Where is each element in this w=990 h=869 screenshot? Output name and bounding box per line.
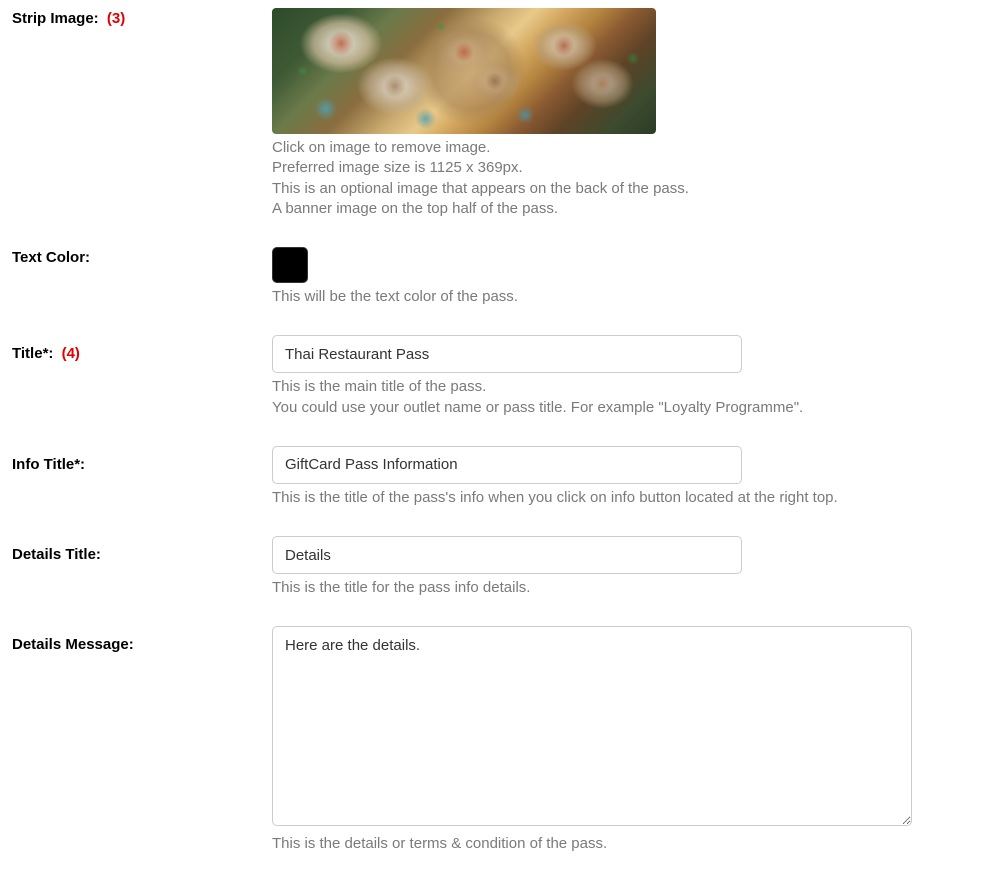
details-title-input[interactable] bbox=[272, 536, 742, 574]
title-label-col: Title*: (4) bbox=[12, 335, 272, 362]
details-title-label: Details Title: bbox=[12, 546, 101, 563]
strip-image-row: Strip Image: (3) Click on image to remov… bbox=[12, 8, 978, 219]
text-color-label: Text Color: bbox=[12, 249, 90, 266]
strip-image-help-line4: A banner image on the top half of the pa… bbox=[272, 199, 912, 219]
strip-image-field-col: Click on image to remove image. Preferre… bbox=[272, 8, 912, 219]
strip-image-preview[interactable] bbox=[272, 8, 656, 134]
details-message-label-col: Details Message: bbox=[12, 626, 272, 653]
info-title-label: Info Title*: bbox=[12, 456, 85, 473]
title-help-line2: You could use your outlet name or pass t… bbox=[272, 398, 912, 418]
info-title-field-col: This is the title of the pass's info whe… bbox=[272, 446, 912, 508]
info-title-label-col: Info Title*: bbox=[12, 446, 272, 473]
details-message-field-col: This is the details or terms & condition… bbox=[272, 626, 912, 854]
strip-image-label: Strip Image: bbox=[12, 10, 99, 27]
details-title-help-line: This is the title for the pass info deta… bbox=[272, 578, 912, 598]
strip-image-annotation: (3) bbox=[107, 10, 125, 27]
info-title-row: Info Title*: This is the title of the pa… bbox=[12, 446, 978, 508]
info-title-input[interactable] bbox=[272, 446, 742, 484]
details-title-label-col: Details Title: bbox=[12, 536, 272, 563]
details-message-help-line: This is the details or terms & condition… bbox=[272, 834, 912, 854]
title-help: This is the main title of the pass. You … bbox=[272, 377, 912, 418]
details-title-row: Details Title: This is the title for the… bbox=[12, 536, 978, 598]
text-color-swatch[interactable] bbox=[272, 247, 308, 283]
text-color-help-line: This will be the text color of the pass. bbox=[272, 287, 912, 307]
details-message-row: Details Message: This is the details or … bbox=[12, 626, 978, 854]
strip-image-help-line2: Preferred image size is 1125 x 369px. bbox=[272, 158, 912, 178]
title-row: Title*: (4) This is the main title of th… bbox=[12, 335, 978, 418]
text-color-label-col: Text Color: bbox=[12, 247, 272, 266]
title-field-col: This is the main title of the pass. You … bbox=[272, 335, 912, 418]
text-color-field-col: This will be the text color of the pass. bbox=[272, 247, 912, 307]
details-title-field-col: This is the title for the pass info deta… bbox=[272, 536, 912, 598]
details-message-label: Details Message: bbox=[12, 636, 134, 653]
text-color-help: This will be the text color of the pass. bbox=[272, 287, 912, 307]
details-message-help: This is the details or terms & condition… bbox=[272, 834, 912, 854]
title-annotation: (4) bbox=[62, 345, 80, 362]
strip-image-label-col: Strip Image: (3) bbox=[12, 8, 272, 27]
strip-image-help-line1: Click on image to remove image. bbox=[272, 138, 912, 158]
info-title-help-line: This is the title of the pass's info whe… bbox=[272, 488, 912, 508]
title-input[interactable] bbox=[272, 335, 742, 373]
title-label: Title*: bbox=[12, 345, 53, 362]
details-title-help: This is the title for the pass info deta… bbox=[272, 578, 912, 598]
strip-image-help: Click on image to remove image. Preferre… bbox=[272, 138, 912, 219]
info-title-help: This is the title of the pass's info whe… bbox=[272, 488, 912, 508]
text-color-row: Text Color: This will be the text color … bbox=[12, 247, 978, 307]
title-help-line1: This is the main title of the pass. bbox=[272, 377, 912, 397]
strip-image-help-line3: This is an optional image that appears o… bbox=[272, 179, 912, 199]
details-message-textarea[interactable] bbox=[272, 626, 912, 826]
